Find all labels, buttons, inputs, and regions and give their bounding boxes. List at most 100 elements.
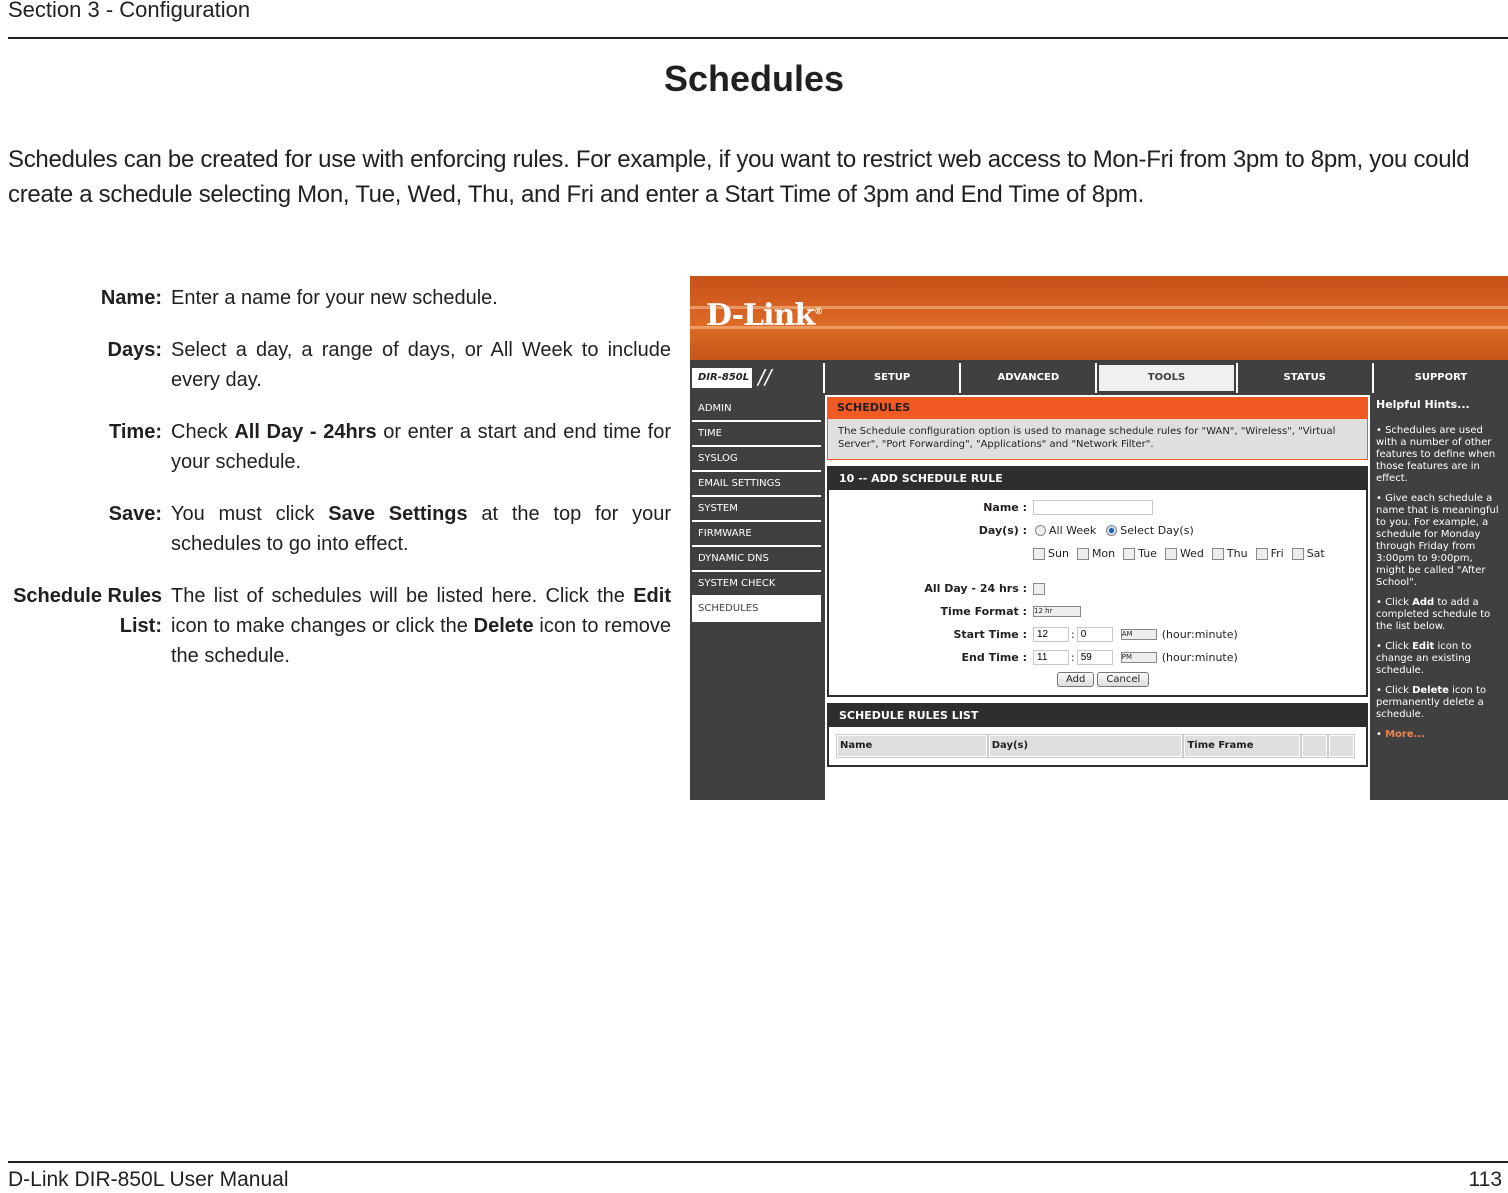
end-time-label: End Time :	[961, 651, 1027, 664]
day-label-tue: Tue	[1138, 547, 1157, 560]
slash-decoration: //	[758, 365, 772, 389]
text-run: Enter a name for your new schedule.	[171, 287, 498, 309]
add-button[interactable]: Add	[1057, 671, 1095, 687]
hint-text: • Click	[1376, 597, 1413, 608]
all-day-checkbox[interactable]	[1033, 582, 1045, 595]
day-checkbox-mon[interactable]	[1076, 547, 1089, 560]
field-descriptions: Name: Enter a name for your new schedule.…	[0, 283, 680, 693]
hint-emphasis: Edit	[1412, 641, 1435, 652]
rules-table-header: Name Day(s) Time Frame	[836, 734, 1356, 758]
hint-item: • Click Edit icon to change an existing …	[1376, 641, 1504, 677]
column-header	[1327, 734, 1356, 758]
tab-support[interactable]: SUPPORT	[1373, 363, 1508, 393]
hint-emphasis: Delete	[1412, 685, 1449, 696]
hint-text: • Schedules are used with a number of ot…	[1376, 425, 1496, 484]
text-run: Select a day, a range of days, or All We…	[171, 339, 671, 391]
description-row: Time: Check All Day - 24hrs or enter a st…	[0, 417, 680, 477]
start-format-hint: (hour:minute)	[1161, 628, 1238, 641]
day-checkbox-fri[interactable]	[1255, 547, 1268, 560]
tab-status[interactable]: STATUS	[1237, 363, 1372, 393]
add-rule-title: 10 -- ADD SCHEDULE RULE	[829, 468, 1366, 490]
hints-title: Helpful Hints...	[1376, 398, 1470, 411]
more-link[interactable]: More...	[1385, 729, 1425, 740]
select-days-label: Select Day(s)	[1120, 524, 1194, 537]
description-label: Time:	[109, 421, 162, 443]
all-week-radio[interactable]	[1035, 525, 1046, 536]
day-checkbox-thu[interactable]	[1211, 547, 1224, 560]
tab-setup[interactable]: SETUP	[825, 363, 960, 393]
name-input[interactable]	[1033, 500, 1153, 515]
description-row: Name: Enter a name for your new schedule.	[0, 283, 680, 313]
day-checkbox-sat[interactable]	[1291, 547, 1304, 560]
sidebar-item-admin[interactable]: ADMIN	[692, 397, 821, 422]
day-checkbox-wed[interactable]	[1164, 547, 1177, 560]
day-label-sun: Sun	[1048, 547, 1069, 560]
all-week-label: All Week	[1049, 524, 1097, 537]
hint-item: • Click Delete icon to permanently delet…	[1376, 685, 1504, 721]
section-title: Section 3 - Configuration	[8, 0, 251, 22]
sidebar-item-syslog[interactable]: SYSLOG	[692, 447, 821, 472]
time-format-select[interactable]: 12 hr	[1033, 606, 1081, 617]
sidebar-item-system-check[interactable]: SYSTEM CHECK	[692, 572, 821, 597]
end-minute-input[interactable]	[1076, 650, 1113, 665]
hint-text: • Click	[1376, 685, 1413, 696]
cancel-button[interactable]: Cancel	[1097, 671, 1150, 687]
page-heading: Schedules	[663, 58, 845, 99]
schedules-box-text: The Schedule configuration option is use…	[827, 419, 1368, 460]
manual-title: D-Link DIR-850L User Manual	[8, 1168, 289, 1191]
emphasis-term: Delete	[473, 615, 534, 637]
description-row: Schedule Rules List: The list of schedule…	[0, 581, 680, 671]
hint-text: • Give each schedule a name that is mean…	[1376, 493, 1499, 588]
hint-emphasis: Add	[1412, 597, 1435, 608]
description-text: You must click Save Settings at the top …	[171, 499, 671, 559]
text-run: Check	[171, 421, 235, 443]
sidebar-item-email-settings[interactable]: EMAIL SETTINGS	[692, 472, 821, 497]
hint-text: • Click	[1376, 641, 1413, 652]
sidebar-item-schedules[interactable]: SCHEDULES	[692, 597, 821, 622]
day-label-wed: Wed	[1179, 547, 1204, 560]
text-run: The list of schedules will be listed her…	[171, 585, 634, 607]
time-format-label: Time Format :	[940, 605, 1027, 618]
start-ampm-select[interactable]: AM	[1120, 629, 1157, 640]
sidebar-item-system[interactable]: SYSTEM	[692, 497, 821, 522]
header-divider	[8, 37, 1508, 39]
day-label-fri: Fri	[1270, 547, 1284, 560]
start-hour-input[interactable]	[1033, 627, 1069, 642]
sidebar-item-firmware[interactable]: FIRMWARE	[692, 522, 821, 547]
day-checkbox-tue[interactable]	[1123, 547, 1136, 560]
emphasis-term: Edit	[633, 585, 671, 607]
top-nav: DIR-850L // SETUP ADVANCED TOOLS STATUS SUPP…	[690, 363, 1508, 393]
day-label-mon: Mon	[1091, 547, 1116, 560]
tab-tools[interactable]: TOOLS	[1097, 363, 1236, 393]
dlink-logo: D-Link®	[706, 298, 823, 333]
description-label: Save:	[108, 503, 162, 525]
emphasis-term: Save Settings	[328, 503, 468, 525]
tab-advanced[interactable]: ADVANCED	[961, 363, 1096, 393]
description-text: Select a day, a range of days, or All We…	[171, 335, 671, 395]
model-badge: DIR-850L //	[690, 363, 823, 393]
sidebar-item-dynamic-dns[interactable]: DYNAMIC DNS	[692, 547, 821, 572]
start-minute-input[interactable]	[1076, 627, 1113, 642]
end-hour-input[interactable]	[1033, 650, 1069, 665]
end-format-hint: (hour:minute)	[1161, 651, 1238, 664]
end-ampm-select[interactable]: PM	[1120, 652, 1157, 663]
description-label: Days:	[107, 339, 162, 361]
description-label: Schedule Rules List:	[13, 585, 162, 637]
rules-list-title: SCHEDULE RULES LIST	[829, 705, 1366, 727]
hint-item: • Click Add to add a completed schedule …	[1376, 597, 1504, 633]
helpful-hints: Helpful Hints... • Schedules are used wi…	[1372, 395, 1508, 800]
day-label-sat: Sat	[1306, 547, 1325, 560]
main-content: SCHEDULES The Schedule configuration opt…	[825, 395, 1370, 800]
router-screenshot: D-Link® DIR-850L // SETUP ADVANCED TOOLS ST…	[690, 276, 1508, 800]
emphasis-term: All Day - 24hrs	[234, 421, 377, 443]
select-days-radio[interactable]	[1106, 525, 1118, 536]
sidebar-item-time[interactable]: TIME	[692, 422, 821, 447]
schedules-box-title: SCHEDULES	[827, 397, 1368, 419]
dlink-banner: D-Link®	[690, 276, 1508, 360]
day-checkbox-sun[interactable]	[1033, 547, 1045, 560]
description-row: Days: Select a day, a range of days, or A…	[0, 335, 680, 395]
column-header	[1300, 734, 1328, 758]
start-time-label: Start Time :	[953, 628, 1027, 641]
description-text: The list of schedules will be listed her…	[171, 581, 671, 671]
name-label: Name :	[983, 501, 1027, 514]
